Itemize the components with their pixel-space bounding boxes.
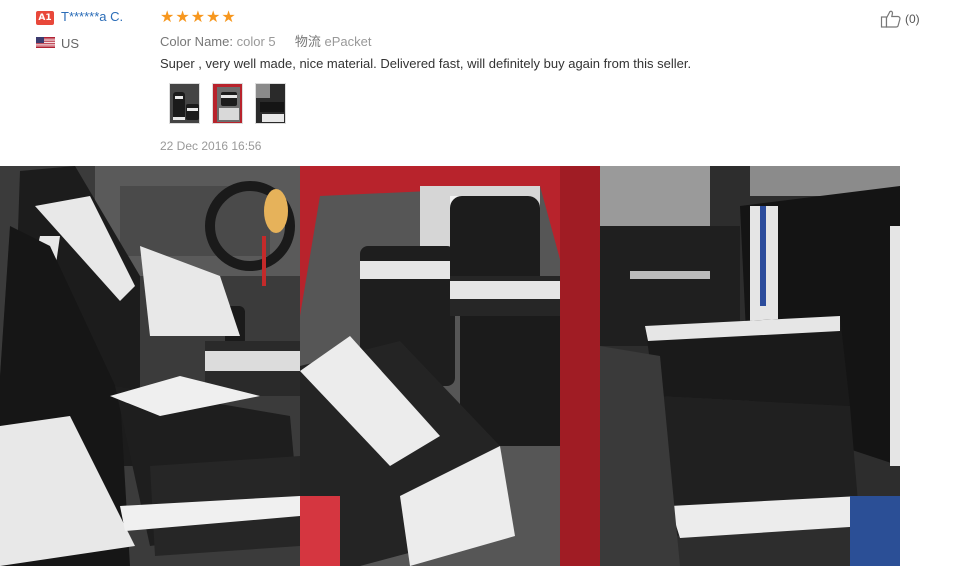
review-text: Super , very well made, nice material. D…: [160, 56, 692, 71]
shipping-label: 物流: [294, 34, 321, 49]
review-photo-rear-bench[interactable]: [600, 166, 900, 566]
review-date: 22 Dec 2016 16:56: [160, 139, 262, 153]
star-icon: ★: [160, 7, 175, 26]
reviewer-country: US: [61, 36, 80, 51]
helpful-count: (0): [905, 12, 920, 26]
review-thumbnail[interactable]: [212, 83, 243, 124]
us-flag-icon: [36, 37, 55, 48]
buyer-level-badge: A1: [36, 11, 54, 25]
reviewer-name[interactable]: T******a C.: [61, 9, 123, 24]
star-icon: ★: [206, 7, 221, 26]
color-name-label: Color Name:: [160, 34, 233, 49]
review-card: A1 T******a C. US ★ ★ ★ ★ ★ Color Name: …: [0, 0, 960, 166]
thumbs-up-icon: [880, 10, 901, 28]
helpful-button[interactable]: (0): [880, 9, 920, 29]
review-photo-gallery: [0, 166, 900, 566]
color-name-value: color 5: [236, 34, 276, 49]
review-photo-rear-seats-door-open[interactable]: [300, 166, 600, 566]
review-thumbnails: [169, 83, 286, 124]
star-icon: ★: [175, 7, 190, 26]
review-thumbnail[interactable]: [169, 83, 200, 124]
star-icon: ★: [221, 7, 236, 26]
rating-stars: ★ ★ ★ ★ ★: [160, 8, 236, 26]
order-info: Color Name: color 5 物流 ePacket: [160, 31, 372, 50]
star-icon: ★: [190, 7, 206, 26]
review-photo-front-seats[interactable]: [0, 166, 300, 566]
review-thumbnail[interactable]: [255, 83, 286, 124]
shipping-value: ePacket: [324, 34, 372, 49]
